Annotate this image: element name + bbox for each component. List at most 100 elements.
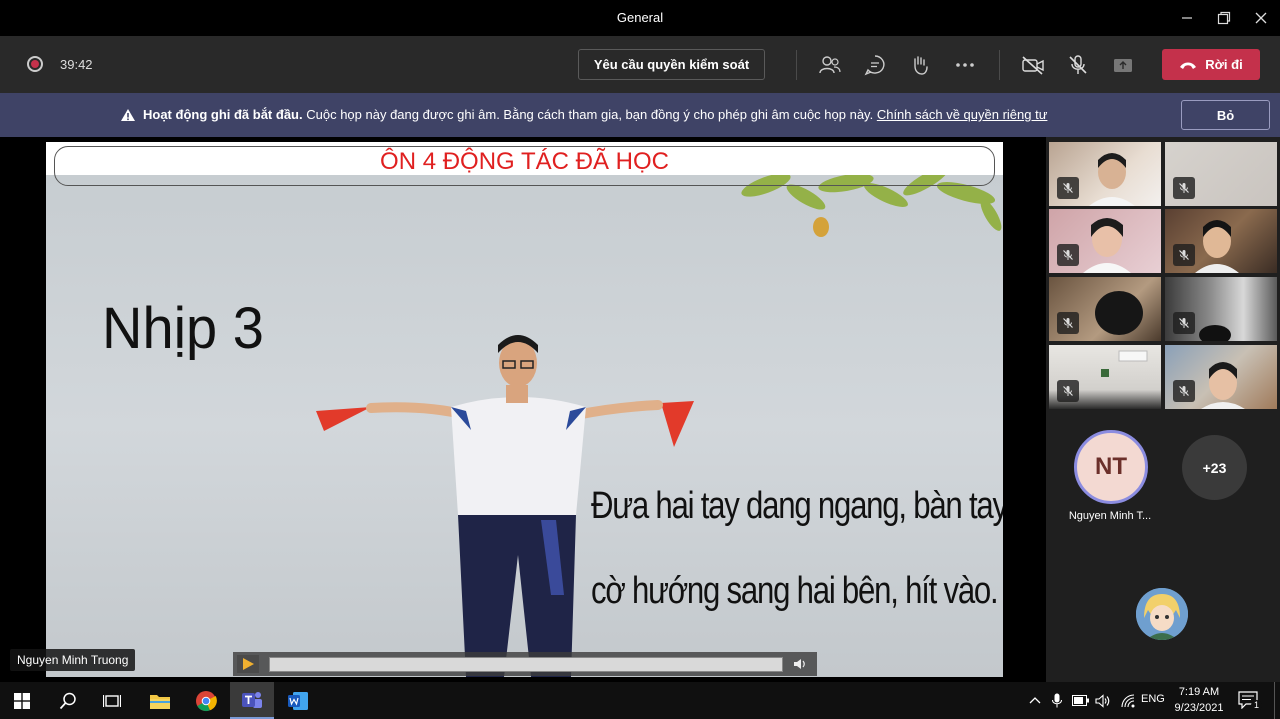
muted-badge xyxy=(1057,380,1079,402)
search-button[interactable] xyxy=(46,682,90,719)
banner-text: Hoạt động ghi đã bắt đầu. Cuộc họp này đ… xyxy=(143,107,1047,122)
muted-badge xyxy=(1173,380,1195,402)
share-screen-icon xyxy=(1114,59,1132,72)
restore-icon xyxy=(1217,11,1231,25)
microphone-off-icon xyxy=(1063,250,1073,260)
avatar-image xyxy=(1136,588,1188,640)
start-button[interactable] xyxy=(0,682,44,719)
notifications-button[interactable]: 1 xyxy=(1238,691,1262,711)
camera-off-icon xyxy=(1022,56,1044,75)
shared-content-stage: Nhịp 3 Đưa hai tay dang ngang, bàn tay n… xyxy=(0,137,1046,682)
restore-button[interactable] xyxy=(1209,6,1239,30)
slide-title: ÔN 4 ĐỘNG TÁC ĐÃ HỌC xyxy=(380,148,669,175)
microphone-button[interactable] xyxy=(1065,52,1091,78)
close-icon xyxy=(1255,12,1267,24)
show-desktop-button[interactable] xyxy=(1274,682,1275,719)
step-label: Nhịp 3 xyxy=(102,294,264,361)
close-button[interactable] xyxy=(1246,6,1276,30)
participant-video-tile[interactable] xyxy=(1049,209,1161,273)
participant-video-tile[interactable] xyxy=(1049,345,1161,409)
volume-icon xyxy=(794,659,805,669)
microphone-off-icon xyxy=(1179,318,1189,328)
teams-icon xyxy=(242,691,262,708)
muted-badge xyxy=(1173,177,1195,199)
camera-button[interactable] xyxy=(1020,52,1046,78)
participant-video-tile[interactable] xyxy=(1049,277,1161,341)
leave-button[interactable]: Rời đi xyxy=(1162,49,1260,80)
recording-banner: Hoạt động ghi đã bắt đầu. Cuộc họp này đ… xyxy=(0,93,1280,137)
word-icon xyxy=(288,691,308,710)
self-avatar[interactable] xyxy=(1136,588,1188,640)
share-button[interactable] xyxy=(1110,52,1136,78)
microphone-off-icon xyxy=(1069,55,1087,74)
title-bar: General xyxy=(0,0,1280,36)
reactions-button[interactable] xyxy=(907,52,933,78)
file-explorer-button[interactable] xyxy=(138,682,182,719)
volume-tray-icon[interactable] xyxy=(1095,694,1111,708)
task-view-button[interactable] xyxy=(90,682,134,719)
more-icon xyxy=(956,63,974,67)
participant-video-tile[interactable] xyxy=(1165,345,1277,409)
muted-badge xyxy=(1173,312,1195,334)
more-actions-button[interactable] xyxy=(952,52,978,78)
windows-icon xyxy=(14,692,30,709)
banner-message: Cuộc họp này đang được ghi âm. Bằng cách… xyxy=(306,107,874,122)
participant-video-tile[interactable] xyxy=(1165,209,1277,273)
task-view-icon xyxy=(103,694,121,707)
microphone-off-icon xyxy=(1063,183,1073,193)
minimize-button[interactable] xyxy=(1172,6,1202,30)
microphone-off-icon xyxy=(1179,250,1189,260)
windows-taskbar: ENG 7:19 AM 9/23/2021 1 xyxy=(0,682,1280,719)
chrome-button[interactable] xyxy=(184,682,228,719)
slide-header: ÔN 4 ĐỘNG TÁC ĐÃ HỌC xyxy=(46,142,1003,186)
participants-button[interactable] xyxy=(817,52,843,78)
request-control-button[interactable]: Yêu cầu quyền kiểm soát xyxy=(578,49,765,80)
battery-icon[interactable] xyxy=(1072,695,1090,706)
participant-video-tile[interactable] xyxy=(1165,277,1277,341)
video-player-controls xyxy=(233,652,817,676)
wifi-icon[interactable] xyxy=(1120,693,1136,709)
slide-background-image: Nhịp 3 Đưa hai tay dang ngang, bàn tay n… xyxy=(46,175,1003,677)
play-icon xyxy=(237,655,259,673)
dismiss-button[interactable]: Bỏ xyxy=(1181,100,1270,130)
warning-icon xyxy=(121,109,135,121)
clock-time: 7:19 AM xyxy=(1178,686,1220,698)
people-icon xyxy=(819,56,841,74)
microphone-off-icon xyxy=(1063,318,1073,328)
muted-badge xyxy=(1057,312,1079,334)
toolbar-divider xyxy=(796,50,797,80)
clock-date: 9/23/2021 xyxy=(1174,702,1224,714)
chevron-up-icon[interactable] xyxy=(1029,696,1041,704)
word-button[interactable] xyxy=(276,682,320,719)
more-participants-button[interactable]: +23 xyxy=(1182,435,1247,500)
microphone-tray-icon[interactable] xyxy=(1052,693,1062,708)
instruction-line-1: Đưa hai tay dang ngang, bàn tay ngửa, xyxy=(591,485,1003,527)
minimize-icon xyxy=(1182,17,1192,19)
meeting-toolbar: 39:42 Yêu cầu quyền kiểm soát Rời đi xyxy=(0,36,1280,93)
chat-button[interactable] xyxy=(862,52,888,78)
instruction-line-2: cờ hướng sang hai bên, hít vào. xyxy=(591,570,999,612)
presentation-slide: Nhịp 3 Đưa hai tay dang ngang, bàn tay n… xyxy=(46,142,1003,677)
microphone-off-icon xyxy=(1179,386,1189,396)
participant-avatar[interactable]: NT xyxy=(1074,430,1148,504)
teams-button[interactable] xyxy=(230,682,274,719)
recording-indicator-icon xyxy=(27,56,43,72)
presenter-name-tag: Nguyen Minh Truong xyxy=(10,649,136,671)
window-title: General xyxy=(616,10,664,25)
microphone-off-icon xyxy=(1179,183,1189,193)
seek-bar[interactable] xyxy=(269,657,783,672)
input-language[interactable]: ENG xyxy=(1141,693,1165,705)
notification-count: 1 xyxy=(1251,700,1262,711)
chrome-icon xyxy=(196,690,217,711)
meeting-timer: 39:42 xyxy=(60,57,93,72)
system-clock[interactable]: 7:19 AM 9/23/2021 xyxy=(1168,684,1230,716)
volume-button[interactable] xyxy=(793,657,807,676)
toolbar-divider xyxy=(999,50,1000,80)
participant-video-tile[interactable] xyxy=(1165,142,1277,206)
muted-badge xyxy=(1057,177,1079,199)
microphone-off-icon xyxy=(1063,386,1073,396)
participant-name: Nguyen Minh T... xyxy=(1068,510,1152,522)
play-button[interactable] xyxy=(237,655,259,673)
privacy-policy-link[interactable]: Chính sách về quyền riêng tư xyxy=(877,107,1048,122)
participant-video-tile[interactable] xyxy=(1049,142,1161,206)
